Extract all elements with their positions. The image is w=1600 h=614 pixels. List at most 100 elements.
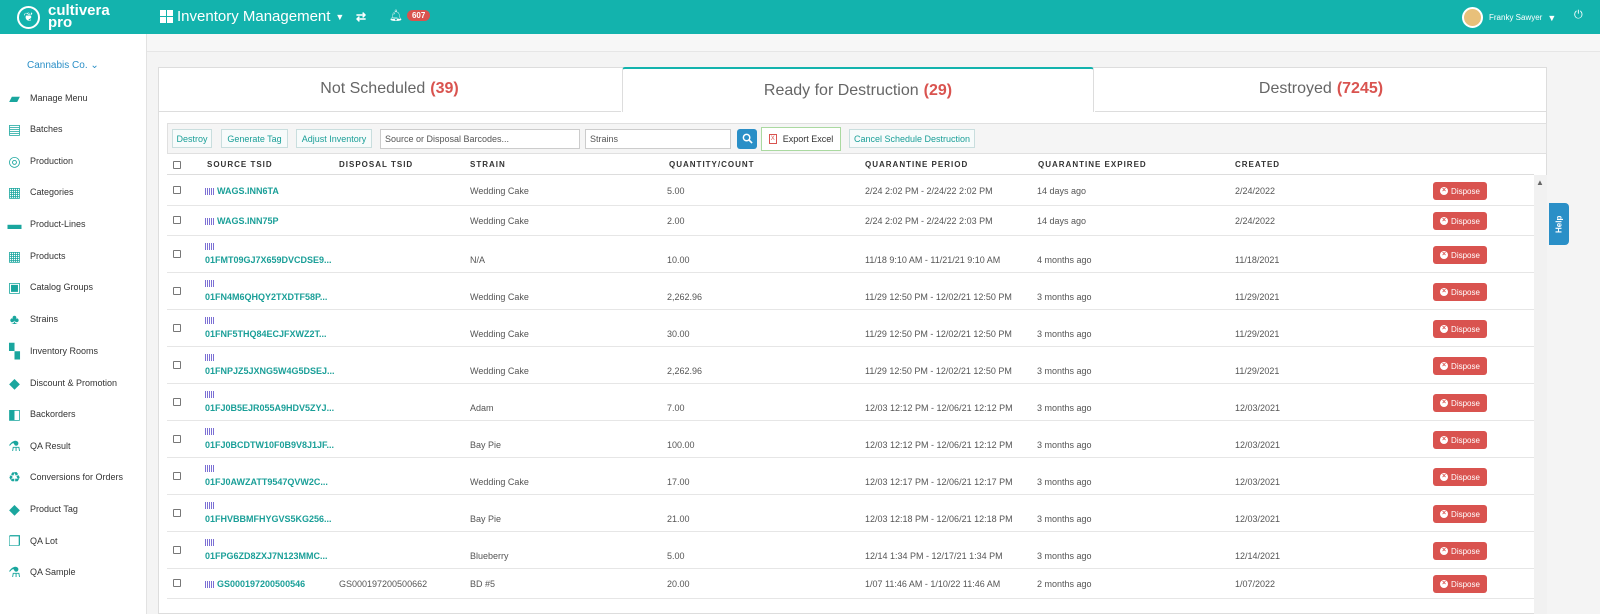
- source-tsid-link[interactable]: 01FPG6ZD8ZXJ7N123MMC...: [205, 551, 328, 561]
- row-checkbox[interactable]: [173, 398, 181, 406]
- company-selector[interactable]: Cannabis Co. ⌄: [27, 60, 99, 71]
- barcode-icon[interactable]: [205, 218, 214, 226]
- export-excel-button[interactable]: X Export Excel: [761, 127, 841, 151]
- row-checkbox[interactable]: [173, 324, 181, 332]
- sidebar-item-categories[interactable]: ▦ Categories: [6, 182, 74, 202]
- dispose-button[interactable]: × Dispose: [1433, 468, 1487, 486]
- row-checkbox[interactable]: [173, 546, 181, 554]
- product-lines-icon: ▬: [7, 216, 22, 232]
- select-all-checkbox[interactable]: [173, 161, 181, 169]
- row-checkbox[interactable]: [173, 472, 181, 480]
- tab-ready-for-destruction[interactable]: Ready for Destruction (29): [622, 67, 1094, 112]
- dispose-button[interactable]: × Dispose: [1433, 394, 1487, 412]
- dispose-button[interactable]: × Dispose: [1433, 320, 1487, 338]
- barcode-icon[interactable]: [205, 243, 214, 251]
- row-checkbox[interactable]: [173, 361, 181, 369]
- user-menu[interactable]: Franky Sawyer ▼: [1462, 7, 1556, 28]
- dispose-button[interactable]: × Dispose: [1433, 505, 1487, 523]
- source-tsid-link[interactable]: GS000197200500546: [217, 579, 305, 589]
- sidebar-item-inventory-rooms[interactable]: ▚ Inventory Rooms: [6, 341, 98, 361]
- sidebar-item-qa-result[interactable]: ⚗ QA Result: [6, 436, 70, 456]
- barcode-search-input[interactable]: [380, 129, 580, 149]
- row-checkbox[interactable]: [173, 509, 181, 517]
- barcode-icon[interactable]: [205, 465, 214, 473]
- sidebar-item-product-lines[interactable]: ▬ Product-Lines: [6, 214, 86, 234]
- sidebar-item-product-tag[interactable]: ◆ Product Tag: [6, 499, 78, 519]
- barcode-icon[interactable]: [205, 354, 214, 362]
- sidebar-item-production[interactable]: ◎ Production: [6, 151, 73, 171]
- barcode-icon[interactable]: [205, 188, 214, 196]
- sidebar-item-conversions-for-orders[interactable]: ♻ Conversions for Orders: [6, 467, 123, 487]
- source-tsid-link[interactable]: 01FJ0B5EJR055A9HDV5ZYJ...: [205, 403, 334, 413]
- sidebar-item-batches[interactable]: ▤ Batches: [6, 119, 63, 139]
- row-checkbox[interactable]: [173, 216, 181, 224]
- barcode-icon[interactable]: [205, 280, 214, 288]
- source-tsid-link[interactable]: 01FNPJZ5JXNG5W4G5DSEJ...: [205, 366, 335, 376]
- dispose-button[interactable]: × Dispose: [1433, 246, 1487, 264]
- source-tsid-link[interactable]: 01FN4M6QHQY2TXDTF58P...: [205, 292, 327, 302]
- sidebar-item-discount-promotion[interactable]: ◆ Discount & Promotion: [6, 373, 117, 393]
- barcode-icon[interactable]: [205, 539, 214, 547]
- avatar: [1462, 7, 1483, 28]
- barcode-icon[interactable]: [205, 428, 214, 436]
- leaf-icon: ❦: [17, 5, 40, 29]
- scroll-up-icon[interactable]: ▲: [1536, 178, 1544, 187]
- dispose-button[interactable]: × Dispose: [1433, 575, 1487, 593]
- sidebar-item-catalog-groups[interactable]: ▣ Catalog Groups: [6, 277, 93, 297]
- destroy-button[interactable]: Destroy: [172, 129, 212, 148]
- dispose-button[interactable]: × Dispose: [1433, 212, 1487, 230]
- help-button[interactable]: Help: [1549, 203, 1569, 245]
- row-checkbox[interactable]: [173, 250, 181, 258]
- sidebar-item-strains[interactable]: ♣ Strains: [6, 309, 58, 329]
- header-disposal-tsid[interactable]: DISPOSAL TSID: [339, 160, 413, 169]
- sidebar-item-manage-menu[interactable]: ▰ Manage Menu: [6, 88, 87, 108]
- source-tsid-cell: 01FNPJZ5JXNG5W4G5DSEJ...: [205, 352, 335, 376]
- generate-tag-button[interactable]: Generate Tag: [221, 129, 288, 148]
- source-tsid-link[interactable]: WAGS.INN6TA: [217, 186, 279, 196]
- backorders-icon: ◧: [7, 405, 22, 422]
- dispose-button[interactable]: × Dispose: [1433, 283, 1487, 301]
- row-checkbox[interactable]: [173, 435, 181, 443]
- header-quantity[interactable]: QUANTITY/COUNT: [669, 160, 755, 169]
- source-tsid-link[interactable]: 01FNF5THQ84ECJFXWZ2T...: [205, 329, 327, 339]
- app-switcher[interactable]: Inventory Management ▼: [160, 8, 344, 25]
- source-tsid-link[interactable]: WAGS.INN75P: [217, 216, 279, 226]
- source-tsid-link[interactable]: 01FMT09GJ7X659DVCDSE9...: [205, 255, 332, 265]
- dispose-button[interactable]: × Dispose: [1433, 431, 1487, 449]
- source-tsid-link[interactable]: 01FHVBBMFHYGVS5KG256...: [205, 514, 332, 524]
- notifications-button[interactable]: 🔔︎ 607: [389, 9, 431, 22]
- swap-icon[interactable]: ⇄: [356, 10, 366, 24]
- table-scrollbar[interactable]: [1534, 175, 1547, 614]
- power-icon[interactable]: ⏻: [1574, 9, 1583, 22]
- tab-not-scheduled[interactable]: Not Scheduled (39): [158, 67, 621, 112]
- row-checkbox[interactable]: [173, 186, 181, 194]
- sidebar-item-qa-sample[interactable]: ⚗ QA Sample: [6, 562, 75, 582]
- header-created[interactable]: CREATED: [1235, 160, 1280, 169]
- dispose-button[interactable]: × Dispose: [1433, 357, 1487, 375]
- source-tsid-link[interactable]: 01FJ0AWZATT9547QVW2C...: [205, 477, 328, 487]
- barcode-icon[interactable]: [205, 502, 214, 510]
- strains-filter-input[interactable]: [585, 129, 731, 149]
- header-quarantine-period[interactable]: QUARANTINE PERIOD: [865, 160, 968, 169]
- cancel-schedule-destruction-button[interactable]: Cancel Schedule Destruction: [849, 129, 975, 148]
- barcode-icon[interactable]: [205, 391, 214, 399]
- source-tsid-link[interactable]: 01FJ0BCDTW10F0B9V8J1JF...: [205, 440, 334, 450]
- header-quarantine-expired[interactable]: QUARANTINE EXPIRED: [1038, 160, 1147, 169]
- adjust-inventory-button[interactable]: Adjust Inventory: [296, 129, 372, 148]
- sidebar-item-label: Batches: [30, 124, 63, 134]
- row-checkbox[interactable]: [173, 287, 181, 295]
- search-button[interactable]: [737, 129, 757, 149]
- dispose-button[interactable]: × Dispose: [1433, 182, 1487, 200]
- row-checkbox[interactable]: [173, 579, 181, 587]
- sidebar-item-backorders[interactable]: ◧ Backorders: [6, 404, 76, 424]
- barcode-icon[interactable]: [205, 581, 214, 589]
- barcode-icon[interactable]: [205, 317, 214, 325]
- sidebar-item-qa-lot[interactable]: ❐ QA Lot: [6, 531, 57, 551]
- header-strain[interactable]: STRAIN: [470, 160, 506, 169]
- sidebar-item-label: Inventory Rooms: [30, 346, 99, 356]
- brand-logo[interactable]: ❦ cultivera pro: [17, 3, 110, 31]
- dispose-button[interactable]: × Dispose: [1433, 542, 1487, 560]
- header-source-tsid[interactable]: SOURCE TSID: [207, 160, 273, 169]
- tab-destroyed[interactable]: Destroyed (7245): [1095, 67, 1547, 112]
- sidebar-item-products[interactable]: ▦ Products: [6, 246, 66, 266]
